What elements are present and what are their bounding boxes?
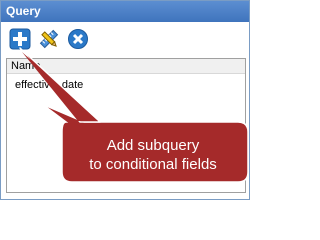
callout-line-2: to conditional fields [89,156,217,173]
callout-line-1: Add subquery [106,137,200,154]
edit-button[interactable] [38,28,60,50]
toolbar [1,22,249,55]
list-item[interactable]: effective_date [15,79,83,91]
name-column-header[interactable]: Name [7,59,245,74]
panel-title: Query [1,1,249,22]
plus-icon [9,28,31,50]
add-button[interactable] [9,28,31,50]
callout-text: Add subquery to conditional fields [62,136,244,174]
pencil-ruler-icon [39,29,59,49]
close-circle-icon [68,29,88,49]
delete-button[interactable] [67,28,89,50]
